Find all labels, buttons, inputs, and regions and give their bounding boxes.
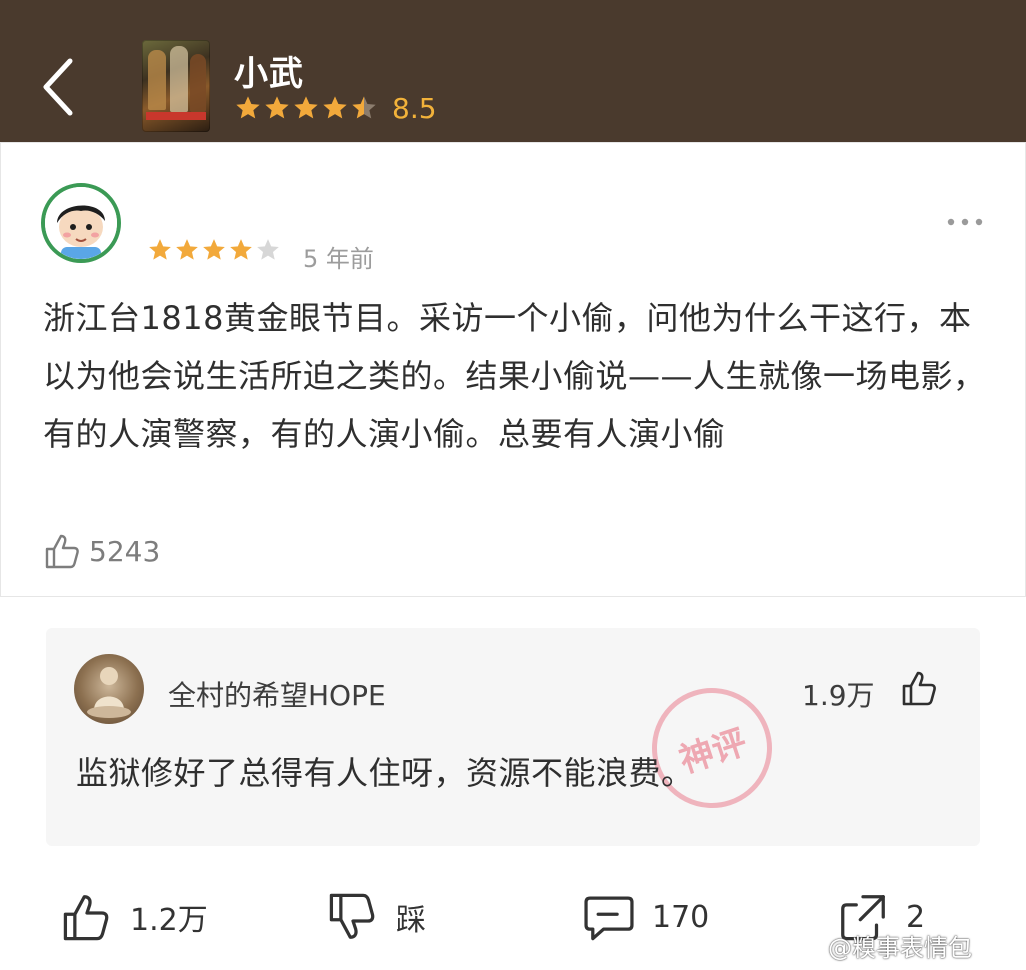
cartoon-boy-avatar-icon [45,187,117,259]
thumbs-up-icon [902,671,936,706]
back-button[interactable] [34,52,82,122]
movie-title: 小武 [234,54,304,94]
more-dots-icon [947,218,983,226]
movie-rating-score: 8.5 [392,92,437,125]
watermark: @糗事表情包 [828,934,972,962]
reply-avatar[interactable] [74,654,144,724]
more-options-button[interactable] [945,213,993,237]
thumbs-down-icon [329,893,375,939]
star-icon [294,96,318,119]
star-icon [176,239,198,260]
thumbs-up-icon [63,895,109,941]
reply-like-count: 1.9万 [802,679,875,712]
like-count: 1.2万 [130,903,208,938]
dislike-label: 踩 [396,903,426,938]
reply-body: 监狱修好了总得有人住呀，资源不能浪费。 [76,754,694,792]
review-like-button[interactable]: 5243 [43,531,160,571]
comment-button[interactable]: 170 [582,890,709,944]
dislike-button[interactable]: 踩 [326,890,426,944]
review-rating-stars [147,237,281,263]
meditating-figure-avatar-icon [87,667,131,718]
review-card: 5 年前 浙江台1818黄金眼节目。采访一个小偷，问他为什么干这行，本以为他会说… [0,142,1026,597]
comment-bubble-icon [584,896,634,941]
review-like-count: 5243 [89,534,161,568]
star-icon [323,96,347,119]
chevron-left-icon [43,58,73,116]
star-icon [236,96,260,119]
empty-star-icon [257,239,279,260]
movie-poster[interactable] [142,40,210,132]
reply-like-button[interactable] [900,668,940,712]
thumbs-up-icon [45,534,79,569]
star-icon [265,96,289,119]
movie-rating-stars [234,94,378,122]
review-body: 浙江台1818黄金眼节目。采访一个小偷，问他为什么干这行，本以为他会说生活所迫之… [43,299,986,453]
reply-card: 全村的希望HOPE 神评 1.9万 监狱修好了总得有人住呀，资源不能浪费。 [46,628,980,846]
review-timestamp: 5 年前 [303,245,374,273]
star-icon [149,239,171,260]
comment-count: 170 [652,899,710,935]
avatar[interactable] [41,183,121,263]
reply-username[interactable]: 全村的希望HOPE [168,674,386,714]
like-button[interactable]: 1.2万 [60,890,208,944]
top-bar: 小武 8.5 [0,0,1026,142]
half-star-icon [352,96,376,119]
star-icon [230,239,252,260]
star-icon [203,239,225,260]
